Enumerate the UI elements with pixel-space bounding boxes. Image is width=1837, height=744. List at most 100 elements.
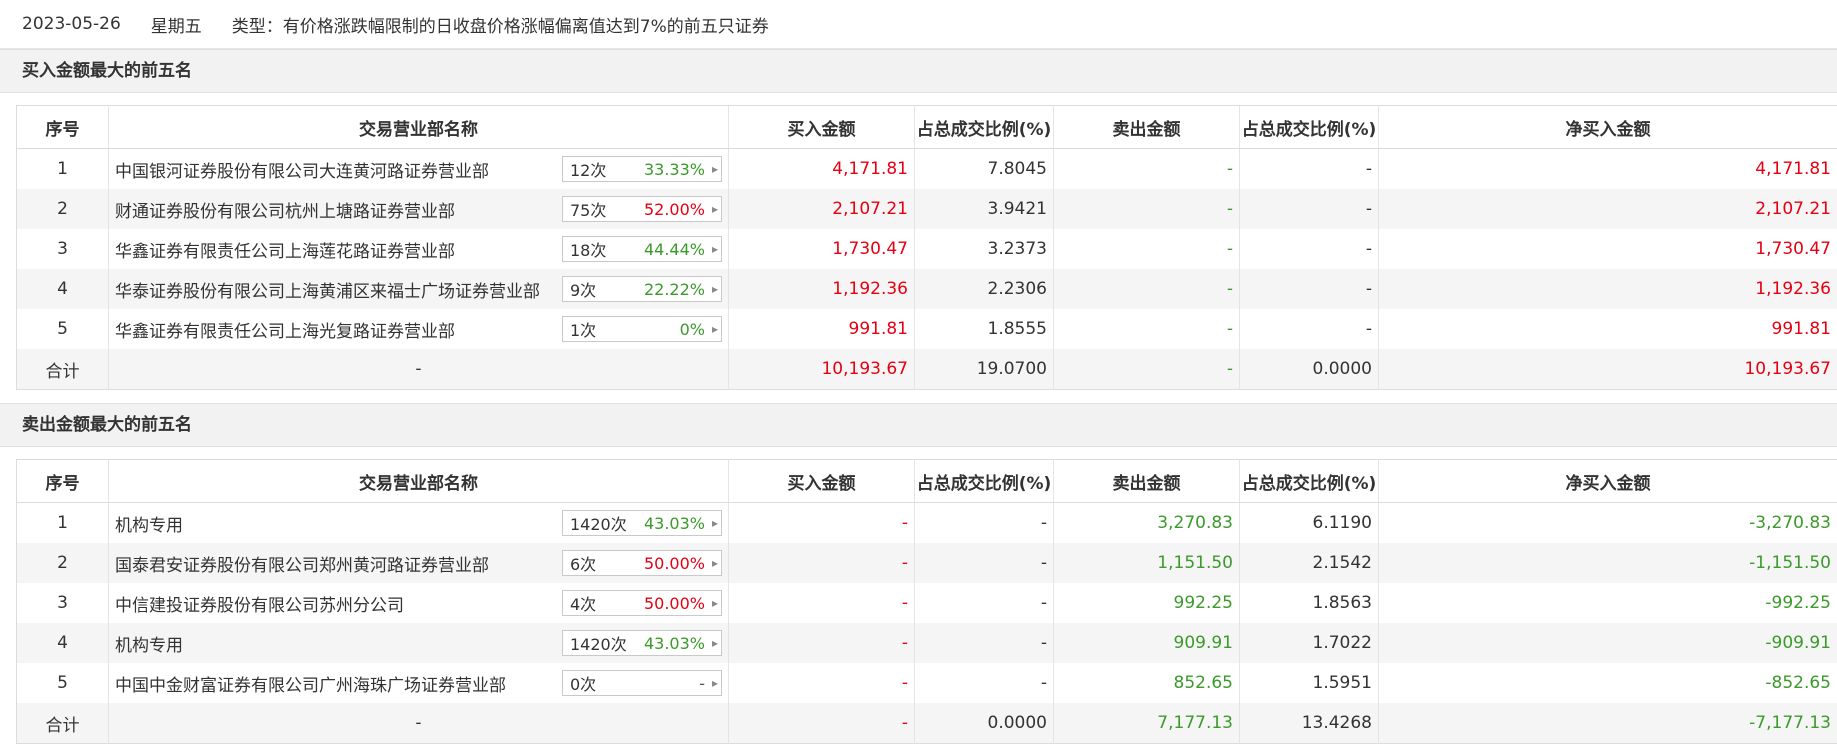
sell-ratio: 6.1190 (1240, 503, 1379, 544)
sell-ratio: - (1240, 189, 1379, 229)
dept-name-cell: 国泰君安证券股份有限公司郑州黄河路证券营业部 6次50.00%▸ (109, 543, 729, 583)
listing-stats-badge[interactable]: 4次50.00%▸ (562, 590, 722, 616)
type-description: 类型：有价格涨跌幅限制的日收盘价格涨幅偏离值达到7%的前五只证券 (232, 12, 769, 37)
dept-name-cell: 机构专用 1420次43.03%▸ (109, 623, 729, 663)
sell-ratio: - (1240, 309, 1379, 349)
total-label: 合计 (17, 349, 109, 390)
sell-amount: - (1054, 309, 1240, 349)
dept-name-cell: 中国银河证券股份有限公司大连黄河路证券营业部 12次33.33%▸ (109, 149, 729, 190)
listing-stats-badge[interactable]: 1次0%▸ (562, 316, 722, 342)
net-amount: -852.65 (1379, 663, 1837, 703)
buy-ratio: - (915, 583, 1054, 623)
net-amount: -3,270.83 (1379, 503, 1837, 544)
listing-count: 12次 (563, 157, 634, 181)
dept-name[interactable]: 中国中金财富证券有限公司广州海珠广场证券营业部 (115, 676, 506, 696)
trade-date: 2023-05-26 (22, 14, 121, 34)
net-amount: 991.81 (1379, 309, 1837, 349)
buy-amount: 2,107.21 (729, 189, 915, 229)
dept-name[interactable]: 中国银河证券股份有限公司大连黄河路证券营业部 (115, 162, 489, 182)
win-rate: 43.03% (634, 634, 709, 653)
listing-stats-badge[interactable]: 9次22.22%▸ (562, 276, 722, 302)
listing-count: 1420次 (563, 511, 634, 535)
buy-ratio: - (915, 623, 1054, 663)
sell-amount: - (1054, 269, 1240, 309)
col-dept-name: 交易营业部名称 (109, 460, 729, 503)
dept-name[interactable]: 华泰证券股份有限公司上海黄浦区来福士广场证券营业部 (115, 282, 540, 302)
net-amount: 1,192.36 (1379, 269, 1837, 309)
dept-name-cell: 中国中金财富证券有限公司广州海珠广场证券营业部 0次-▸ (109, 663, 729, 703)
buy-ratio: 2.2306 (915, 269, 1054, 309)
chevron-right-icon: ▸ (709, 516, 721, 530)
chevron-right-icon: ▸ (709, 676, 721, 690)
buy-ratio: - (915, 503, 1054, 544)
table-row: 4机构专用1420次43.03%▸--909.911.7022-909.91 (17, 623, 1837, 663)
sell-ratio: 1.5951 (1240, 663, 1379, 703)
dept-name-cell: 机构专用 1420次43.03%▸ (109, 503, 729, 544)
dept-name[interactable]: 中信建投证券股份有限公司苏州分公司 (115, 596, 404, 616)
net-amount: 2,107.21 (1379, 189, 1837, 229)
listing-count: 75次 (563, 197, 634, 221)
net-amount: -909.91 (1379, 623, 1837, 663)
listing-count: 18次 (563, 237, 634, 261)
listing-count: 6次 (563, 551, 634, 575)
row-index: 5 (17, 663, 109, 703)
net-amount: -992.25 (1379, 583, 1837, 623)
buy-ratio: - (915, 663, 1054, 703)
col-net-amount: 净买入金额 (1379, 106, 1837, 149)
total-sell-amount: 7,177.13 (1054, 703, 1240, 744)
sell-section-title: 卖出金额最大的前五名 (0, 403, 1837, 447)
sell-table: 序号 交易营业部名称 买入金额 占总成交比例(%) 卖出金额 占总成交比例(%)… (16, 459, 1837, 744)
listing-count: 1420次 (563, 631, 634, 655)
dept-name-cell: 华泰证券股份有限公司上海黄浦区来福士广场证券营业部 9次22.22%▸ (109, 269, 729, 309)
buy-section-title: 买入金额最大的前五名 (0, 49, 1837, 93)
dept-name[interactable]: 国泰君安证券股份有限公司郑州黄河路证券营业部 (115, 556, 489, 576)
row-index: 2 (17, 543, 109, 583)
buy-amount: 4,171.81 (729, 149, 915, 190)
buy-table-header: 序号 交易营业部名称 买入金额 占总成交比例(%) 卖出金额 占总成交比例(%)… (17, 106, 1837, 149)
row-index: 4 (17, 623, 109, 663)
col-buy-amount: 买入金额 (729, 460, 915, 503)
total-row: 合计-10,193.6719.0700-0.000010,193.67 (17, 349, 1837, 390)
sell-amount: 3,270.83 (1054, 503, 1240, 544)
col-sell-amount: 卖出金额 (1054, 106, 1240, 149)
table-row: 4华泰证券股份有限公司上海黄浦区来福士广场证券营业部9次22.22%▸1,192… (17, 269, 1837, 309)
net-amount: 4,171.81 (1379, 149, 1837, 190)
row-index: 2 (17, 189, 109, 229)
listing-stats-badge[interactable]: 0次-▸ (562, 670, 722, 696)
dept-name-cell: 华鑫证券有限责任公司上海光复路证券营业部 1次0%▸ (109, 309, 729, 349)
dept-name[interactable]: 华鑫证券有限责任公司上海光复路证券营业部 (115, 322, 455, 342)
listing-stats-badge[interactable]: 1420次43.03%▸ (562, 510, 722, 536)
sell-ratio: - (1240, 149, 1379, 190)
chevron-right-icon: ▸ (709, 162, 721, 176)
table-row: 5华鑫证券有限责任公司上海光复路证券营业部1次0%▸991.811.8555--… (17, 309, 1837, 349)
sell-amount: - (1054, 189, 1240, 229)
total-label: 合计 (17, 703, 109, 744)
dept-name[interactable]: 华鑫证券有限责任公司上海莲花路证券营业部 (115, 242, 455, 262)
listing-stats-badge[interactable]: 12次33.33%▸ (562, 156, 722, 182)
table-row: 2国泰君安证券股份有限公司郑州黄河路证券营业部6次50.00%▸--1,151.… (17, 543, 1837, 583)
listing-stats-badge[interactable]: 75次52.00%▸ (562, 196, 722, 222)
total-buy-amount: - (729, 703, 915, 744)
dept-name[interactable]: 财通证券股份有限公司杭州上塘路证券营业部 (115, 202, 455, 222)
sell-ratio: - (1240, 229, 1379, 269)
total-buy-ratio: 19.0700 (915, 349, 1054, 390)
sell-ratio: 1.8563 (1240, 583, 1379, 623)
net-amount: -1,151.50 (1379, 543, 1837, 583)
buy-amount: - (729, 543, 915, 583)
win-rate: 0% (634, 320, 709, 339)
table-row: 2财通证券股份有限公司杭州上塘路证券营业部75次52.00%▸2,107.213… (17, 189, 1837, 229)
buy-ratio: - (915, 543, 1054, 583)
table-row: 1机构专用1420次43.03%▸--3,270.836.1190-3,270.… (17, 503, 1837, 544)
sell-ratio: - (1240, 269, 1379, 309)
listing-count: 4次 (563, 591, 634, 615)
listing-stats-badge[interactable]: 18次44.44%▸ (562, 236, 722, 262)
listing-stats-badge[interactable]: 1420次43.03%▸ (562, 630, 722, 656)
listing-stats-badge[interactable]: 6次50.00%▸ (562, 550, 722, 576)
win-rate: 43.03% (634, 514, 709, 533)
row-index: 5 (17, 309, 109, 349)
win-rate: 33.33% (634, 160, 709, 179)
dept-name[interactable]: 机构专用 (115, 516, 183, 536)
dept-name[interactable]: 机构专用 (115, 636, 183, 656)
net-amount: 1,730.47 (1379, 229, 1837, 269)
listing-count: 1次 (563, 317, 634, 341)
